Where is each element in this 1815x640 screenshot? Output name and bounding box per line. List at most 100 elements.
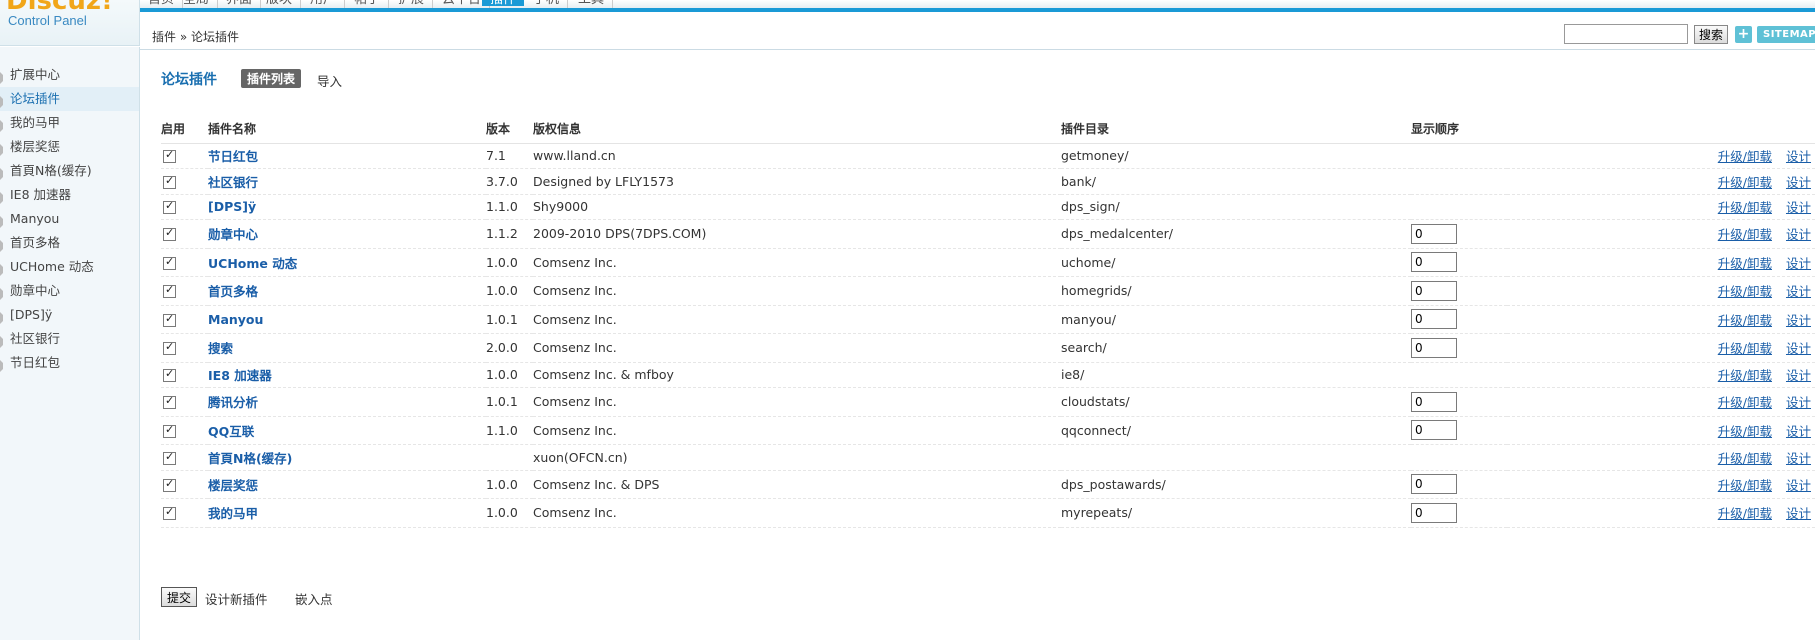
- sidebar-item-8[interactable]: UCHome 动态: [0, 255, 139, 279]
- sidebar-item-9[interactable]: 勋章中心: [0, 279, 139, 303]
- design-link[interactable]: 设计: [1786, 506, 1811, 521]
- upgrade-uninstall-link[interactable]: 升级/卸载: [1718, 149, 1772, 164]
- display-order-input[interactable]: [1411, 280, 1457, 301]
- sidebar-item-3[interactable]: 楼层奖惩: [0, 135, 139, 159]
- upgrade-uninstall-link[interactable]: 升级/卸载: [1718, 424, 1772, 439]
- enable-checkbox[interactable]: [163, 505, 176, 521]
- submit-button[interactable]: 提交: [161, 587, 197, 607]
- search-input[interactable]: [1564, 24, 1688, 44]
- enable-cell: [161, 444, 208, 471]
- plugin-dir: homegrids/: [1061, 276, 1411, 306]
- upgrade-uninstall-link[interactable]: 升级/卸载: [1718, 506, 1772, 521]
- order-cell: [1411, 416, 1507, 445]
- plugin-dir: getmoney/: [1061, 143, 1411, 169]
- logo[interactable]: Discuz! Control Panel: [0, 0, 140, 46]
- enable-checkbox[interactable]: [163, 340, 176, 356]
- enable-cell: [161, 470, 208, 499]
- nav-item-9[interactable]: 手机: [525, 0, 569, 8]
- upgrade-uninstall-link[interactable]: 升级/卸载: [1718, 175, 1772, 190]
- sidebar-item-1[interactable]: 论坛插件: [0, 87, 139, 111]
- upgrade-uninstall-link[interactable]: 升级/卸载: [1718, 341, 1772, 356]
- design-link[interactable]: 设计: [1786, 451, 1811, 466]
- upgrade-uninstall-link[interactable]: 升级/卸载: [1718, 478, 1772, 493]
- enable-checkbox[interactable]: [163, 148, 176, 164]
- sidebar-item-5[interactable]: IE8 加速器: [0, 183, 139, 207]
- sidebar-item-11[interactable]: 社区银行: [0, 327, 139, 351]
- plugin-version: 1.0.0: [486, 362, 533, 388]
- enable-checkbox[interactable]: [163, 226, 176, 242]
- search-button[interactable]: 搜索: [1694, 25, 1728, 44]
- enable-checkbox[interactable]: [163, 367, 176, 383]
- plugin-dir: uchome/: [1061, 248, 1411, 277]
- enable-checkbox[interactable]: [163, 174, 176, 189]
- display-order-input[interactable]: [1411, 502, 1457, 523]
- design-new-plugin-link[interactable]: 设计新插件: [205, 589, 268, 608]
- enable-checkbox[interactable]: [163, 312, 176, 327]
- plugin-version: 1.0.0: [486, 276, 533, 306]
- tab-import[interactable]: 导入: [317, 71, 342, 90]
- enable-checkbox[interactable]: [163, 423, 176, 438]
- upgrade-uninstall-link[interactable]: 升级/卸载: [1718, 395, 1772, 410]
- enable-checkbox[interactable]: [163, 255, 176, 270]
- design-link[interactable]: 设计: [1786, 313, 1811, 328]
- design-link[interactable]: 设计: [1786, 227, 1811, 242]
- plugin-name: 搜索: [208, 333, 486, 363]
- nav-item-3[interactable]: 版块: [258, 0, 302, 8]
- plugin-copyright: Designed by LFLY1573: [533, 168, 1061, 195]
- display-order-input[interactable]: [1411, 420, 1457, 441]
- embed-points-link[interactable]: 嵌入点: [295, 589, 333, 608]
- enable-checkbox[interactable]: [163, 477, 176, 492]
- display-order-input[interactable]: [1411, 223, 1457, 244]
- sidebar-item-2[interactable]: 我的马甲: [0, 111, 139, 135]
- nav-item-10[interactable]: 工具: [570, 0, 614, 8]
- upgrade-uninstall-link[interactable]: 升级/卸载: [1718, 451, 1772, 466]
- sidebar-item-4[interactable]: 首頁N格(缓存): [0, 159, 139, 183]
- sidebar-item-0[interactable]: 扩展中心: [0, 63, 139, 87]
- sidebar-item-10[interactable]: [DPS]ÿ: [0, 303, 139, 327]
- upgrade-uninstall-link[interactable]: 升级/卸载: [1718, 368, 1772, 383]
- upgrade-uninstall-link[interactable]: 升级/卸载: [1718, 256, 1772, 271]
- nav-item-2[interactable]: 界面: [218, 0, 262, 8]
- display-order-input[interactable]: [1411, 391, 1457, 412]
- add-shortcut-icon[interactable]: +: [1735, 26, 1752, 43]
- nav-item-4[interactable]: 用户: [302, 0, 346, 8]
- design-link[interactable]: 设计: [1786, 341, 1811, 356]
- sitemap-button[interactable]: SITEMAP: [1757, 26, 1815, 43]
- enable-checkbox[interactable]: [163, 283, 176, 299]
- sidebar-item-12[interactable]: 节日红包: [0, 351, 139, 375]
- upgrade-uninstall-link[interactable]: 升级/卸载: [1718, 227, 1772, 242]
- enable-checkbox[interactable]: [163, 450, 176, 465]
- design-link[interactable]: 设计: [1786, 424, 1811, 439]
- sidebar-item-7[interactable]: 首页多格: [0, 231, 139, 255]
- display-order-input[interactable]: [1411, 337, 1457, 358]
- plugin-version: 1.0.1: [486, 305, 533, 334]
- ops-cell: 升级/卸载 设计: [1507, 444, 1815, 471]
- upgrade-uninstall-link[interactable]: 升级/卸载: [1718, 200, 1772, 215]
- sidebar-item-6[interactable]: Manyou: [0, 207, 139, 231]
- tab-plugin-list[interactable]: 插件列表: [241, 69, 302, 88]
- plugin-version: 7.1: [486, 143, 533, 169]
- display-order-input[interactable]: [1411, 474, 1457, 495]
- enable-checkbox[interactable]: [163, 199, 176, 215]
- plugin-table: 启用 插件名称 版本 版权信息 插件目录 显示顺序 节日红包7.1www.lla…: [161, 115, 1815, 528]
- design-link[interactable]: 设计: [1786, 284, 1811, 299]
- design-link[interactable]: 设计: [1786, 395, 1811, 410]
- upgrade-uninstall-link[interactable]: 升级/卸载: [1718, 313, 1772, 328]
- plugin-dir: ie8/: [1061, 362, 1411, 388]
- nav-item-6[interactable]: 扩展: [390, 0, 434, 8]
- upgrade-uninstall-link[interactable]: 升级/卸载: [1718, 284, 1772, 299]
- nav-item-1[interactable]: 全局: [175, 0, 219, 8]
- design-link[interactable]: 设计: [1786, 149, 1811, 164]
- design-link[interactable]: 设计: [1786, 256, 1811, 271]
- design-link[interactable]: 设计: [1786, 478, 1811, 493]
- design-link[interactable]: 设计: [1786, 368, 1811, 383]
- design-link[interactable]: 设计: [1786, 200, 1811, 215]
- nav-item-8[interactable]: 插件: [482, 0, 525, 7]
- plugin-rows: 节日红包7.1www.lland.cngetmoney/升级/卸载设计社区银行3…: [161, 143, 1815, 528]
- column-enable: 启用: [161, 115, 208, 144]
- nav-item-5[interactable]: 帖子: [346, 0, 390, 8]
- display-order-input[interactable]: [1411, 309, 1457, 330]
- display-order-input[interactable]: [1411, 252, 1457, 273]
- enable-checkbox[interactable]: [163, 394, 176, 410]
- design-link[interactable]: 设计: [1786, 175, 1811, 190]
